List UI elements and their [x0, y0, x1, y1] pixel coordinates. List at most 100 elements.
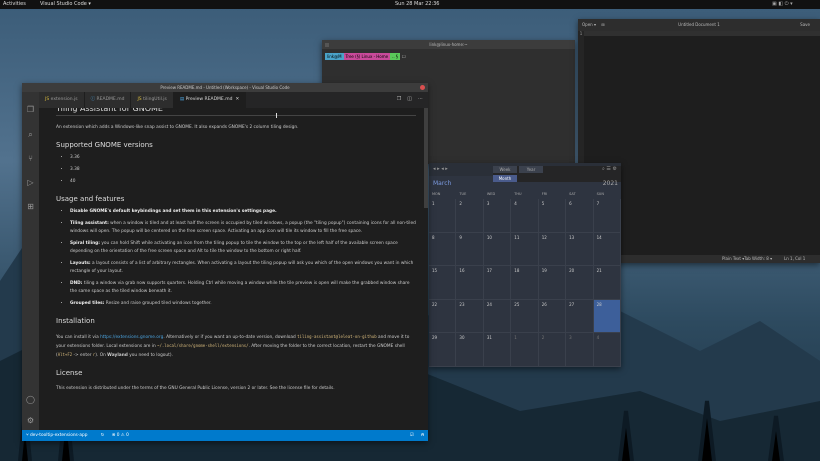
calendar-day[interactable]: 9: [456, 232, 484, 267]
language-selector[interactable]: Plain Text ▾: [722, 255, 744, 263]
calendar-day[interactable]: 31: [483, 333, 512, 367]
calendar-day[interactable]: 3: [566, 333, 594, 367]
tab-week[interactable]: Week: [493, 166, 517, 173]
calendar-day[interactable]: 27: [566, 299, 594, 334]
vscode-window[interactable]: Preview README.md - Untitled (Workspace)…: [22, 83, 428, 441]
license-paragraph: This extension is distributed under the …: [56, 386, 335, 391]
tab-tilingutil-js[interactable]: JS tilingUtil.js: [131, 92, 174, 108]
more-actions-icon[interactable]: ⋯: [418, 96, 423, 102]
calendar-day[interactable]: 18: [511, 266, 539, 300]
weekday-header: MON TUE WED THU FRI SAT SUN: [429, 192, 621, 196]
notifications-icon[interactable]: ⍾: [421, 433, 424, 438]
tab-extension-js[interactable]: JS extension.js: [39, 92, 85, 108]
calendar-day[interactable]: 12: [538, 232, 567, 267]
calendar-day[interactable]: 16: [456, 266, 484, 300]
problems-indicator[interactable]: ⊗ 0 ⚠ 0: [112, 433, 129, 438]
weekday-label: THU: [514, 192, 522, 196]
activities-button[interactable]: Activities: [3, 0, 26, 9]
tab-readme-md[interactable]: ⓘ README.md: [84, 92, 132, 108]
prompt-git: .. §: [390, 53, 400, 60]
feature-item: Tiling assistant: when a window is tiled…: [70, 220, 416, 236]
weekday-label: SUN: [596, 192, 604, 196]
usage-heading: Usage and features: [56, 195, 125, 203]
calendar-day[interactable]: 26: [538, 299, 567, 334]
calendar-day[interactable]: 22: [429, 299, 457, 334]
versions-list: 3.36 3.38 40: [56, 154, 416, 186]
calendar-day[interactable]: 13: [566, 232, 594, 267]
calendar-day[interactable]: 14: [593, 232, 621, 267]
calendar-day[interactable]: 19: [538, 266, 567, 300]
calendar-day[interactable]: 10: [483, 232, 512, 267]
calendar-day[interactable]: 5: [538, 199, 567, 233]
close-tab-icon[interactable]: ✕: [235, 97, 239, 102]
clock[interactable]: Sun 28 Mar 22:36: [395, 0, 440, 9]
calendar-search-icon[interactable]: ⌕ ☰ ⚙: [602, 166, 617, 172]
calendar-day[interactable]: 30: [456, 333, 484, 367]
calendar-day[interactable]: 1: [511, 333, 539, 367]
calendar-headerbar: ◂ ▸ ◂ ▸ Week Month Year ⌕ ☰ ⚙: [429, 163, 621, 182]
calendar-day[interactable]: 2: [538, 333, 567, 367]
current-line-highlight[interactable]: [584, 31, 820, 36]
app-menu[interactable]: Visual Studio Code ▾: [40, 0, 91, 9]
feature-item: DND: tiling a window via grab now suppor…: [70, 280, 416, 296]
terminal-menu-icon[interactable]: [325, 43, 329, 47]
editor-headerbar: Open ▾ ⊞ Untitled Document 1 Save: [578, 19, 820, 31]
feature-item: Layouts: a layout consists of a list of …: [70, 260, 416, 276]
calendar-day[interactable]: 2: [456, 199, 484, 233]
calendar-day[interactable]: 15: [429, 266, 457, 300]
tab-preview-readme[interactable]: ▤ Preview README.md ✕: [173, 92, 247, 108]
extensions-link[interactable]: https://extensions.gnome.org: [100, 335, 163, 340]
calendar-day[interactable]: 25: [511, 299, 539, 334]
calendar-day[interactable]: 17: [483, 266, 512, 300]
weekday-label: WED: [486, 192, 496, 196]
open-button[interactable]: Open ▾ ⊞: [582, 19, 605, 31]
feedback-icon[interactable]: ☑: [410, 433, 414, 438]
calendar-day[interactable]: 7: [593, 199, 621, 233]
calendar-day[interactable]: 3: [483, 199, 512, 233]
editor-actions: ❐ ◫ ⋯: [391, 96, 423, 102]
tab-year[interactable]: Year: [519, 166, 543, 173]
calendar-day[interactable]: 20: [566, 266, 594, 300]
explorer-icon[interactable]: ❐: [26, 105, 35, 114]
preview-title: Tiling Assistant for GNOME: [56, 108, 416, 116]
extensions-icon[interactable]: ⊞: [26, 202, 35, 211]
split-editor-icon[interactable]: ◫: [407, 96, 412, 102]
sync-icon[interactable]: ↻: [101, 433, 105, 438]
save-button[interactable]: Save: [800, 19, 810, 31]
source-control-icon[interactable]: ⑂: [26, 154, 35, 163]
system-tray-icons[interactable]: ▣ ◧ ⏻ ▾: [772, 0, 793, 9]
tab-month[interactable]: Month: [493, 175, 517, 182]
calendar-day[interactable]: 21: [593, 266, 621, 300]
account-icon[interactable]: ◯: [26, 395, 35, 404]
calendar-nav-icons[interactable]: ◂ ▸ ◂ ▸: [433, 166, 448, 172]
weekday-label: FRI: [541, 192, 548, 196]
cursor-position[interactable]: Ln 1, Col 1: [784, 255, 805, 263]
calendar-day[interactable]: 23: [456, 299, 484, 334]
calendar-day-today[interactable]: 28: [593, 299, 621, 334]
window-close-icon[interactable]: [420, 85, 425, 90]
terminal-prompt: link@M Tree (§) Linux - Home .. § ☐: [325, 53, 408, 60]
calendar-day[interactable]: 11: [511, 232, 539, 267]
calendar-day[interactable]: 1: [429, 199, 457, 233]
open-source-icon[interactable]: ❐: [397, 96, 401, 102]
prompt-path: Tree (§) Linux - Home: [343, 53, 391, 60]
calendar-window[interactable]: ◂ ▸ ◂ ▸ Week Month Year ⌕ ☰ ⚙ March 2021…: [429, 163, 621, 367]
year-label: 2021: [602, 180, 618, 187]
calendar-day[interactable]: 4: [511, 199, 539, 233]
tab-width-selector[interactable]: Tab Width: 8 ▾: [744, 255, 772, 263]
branch-indicator[interactable]: ⑂ dev-tooltip-extensions-app: [26, 433, 93, 438]
calendar-day[interactable]: 4: [593, 333, 621, 367]
prompt-user: link@M: [325, 53, 344, 60]
preview-scrollbar[interactable]: [424, 108, 428, 208]
feature-item: Disable GNOME's default keybindings and …: [70, 208, 416, 216]
run-debug-icon[interactable]: ▷: [26, 178, 35, 187]
editor-title: Untitled Document 1: [678, 22, 720, 27]
features-list: Disable GNOME's default keybindings and …: [56, 208, 416, 308]
terminal-titlebar: link@linux-home:~: [322, 40, 575, 49]
calendar-day[interactable]: 29: [429, 333, 457, 367]
calendar-day[interactable]: 6: [566, 199, 594, 233]
settings-gear-icon[interactable]: ⚙: [26, 416, 35, 425]
calendar-day[interactable]: 24: [483, 299, 512, 334]
search-icon[interactable]: ⌕: [26, 130, 35, 139]
calendar-day[interactable]: 8: [429, 232, 457, 267]
